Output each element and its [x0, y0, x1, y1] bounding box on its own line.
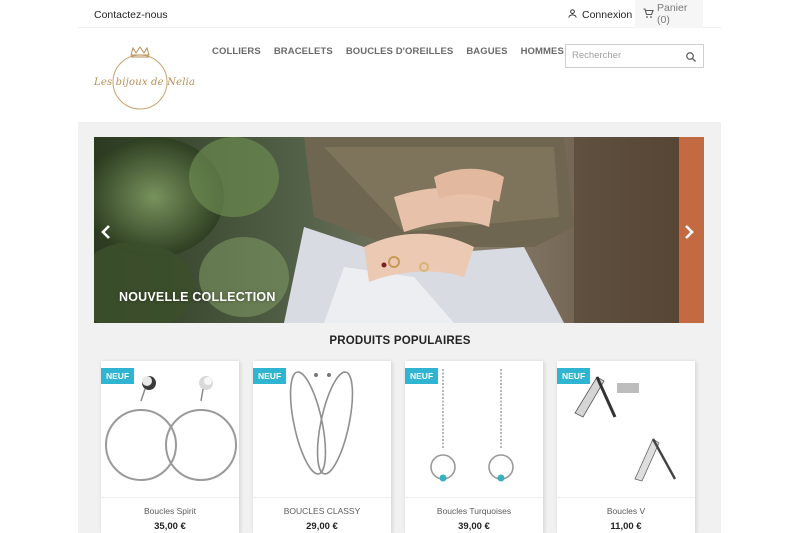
top-nav: Contactez-nous Connexion Panier (0) — [78, 0, 721, 28]
login-label: Connexion — [582, 9, 633, 21]
product-card[interactable]: NEUF Boucles V 11,00 € — [557, 361, 695, 533]
search-box — [565, 44, 704, 68]
login-link[interactable]: Connexion — [567, 8, 632, 22]
menu-item-bracelets[interactable]: BRACELETS — [274, 46, 333, 57]
new-badge: NEUF — [253, 368, 287, 384]
contact-link[interactable]: Contactez-nous — [94, 9, 168, 21]
menu-item-hommes[interactable]: HOMMES — [521, 46, 564, 57]
header: Les bijoux de Nelia COLLIERS BRACELETS B… — [78, 28, 721, 122]
product-name[interactable]: Boucles Turquoises — [405, 506, 543, 516]
product-price: 11,00 € — [610, 521, 642, 532]
product-card[interactable]: NEUF Boucles Turquoises 39,00 € — [405, 361, 543, 533]
section-title: PRODUITS POPULAIRES — [329, 335, 471, 347]
divider — [405, 497, 543, 498]
divider — [253, 497, 391, 498]
slide-caption: NOUVELLE COLLECTION — [119, 290, 276, 304]
product-card[interactable]: NEUF BOUCLES CLASSY 29,00 € — [253, 361, 391, 533]
chevron-right-icon — [685, 225, 694, 239]
logo[interactable]: Les bijoux de Nelia — [90, 44, 195, 112]
new-badge: NEUF — [405, 368, 439, 384]
menu-item-bagues[interactable]: BAGUES — [466, 46, 507, 57]
main-menu: COLLIERS BRACELETS BOUCLES D'OREILLES BA… — [212, 46, 564, 57]
slider-prev-button[interactable] — [100, 225, 116, 241]
menu-item-boucles[interactable]: BOUCLES D'OREILLES — [346, 46, 454, 57]
product-name[interactable]: Boucles Spirit — [101, 506, 239, 516]
new-badge: NEUF — [101, 368, 135, 384]
product-card[interactable]: NEUF Boucles Spirit 35,00 € — [101, 361, 239, 533]
menu-item-colliers[interactable]: COLLIERS — [212, 46, 261, 57]
page: Contactez-nous Connexion Panier (0) Les … — [0, 0, 800, 533]
cart-icon — [642, 7, 654, 22]
product-name[interactable]: Boucles V — [557, 506, 695, 516]
cart-button[interactable]: Panier (0) — [635, 0, 703, 28]
product-name[interactable]: BOUCLES CLASSY — [253, 506, 391, 516]
chevron-left-icon — [101, 225, 110, 239]
user-icon — [567, 8, 578, 22]
hero-slider[interactable]: NOUVELLE COLLECTION — [94, 137, 704, 323]
product-price: 39,00 € — [458, 521, 490, 532]
product-price: 35,00 € — [154, 521, 186, 532]
search-input[interactable] — [572, 50, 677, 61]
logo-text: Les bijoux de Nelia — [94, 77, 196, 88]
product-price: 29,00 € — [306, 521, 338, 532]
divider — [101, 497, 239, 498]
divider — [557, 497, 695, 498]
cart-label: Panier (0) — [657, 2, 688, 26]
new-badge: NEUF — [557, 368, 591, 384]
search-icon[interactable] — [685, 50, 697, 68]
slider-next-button[interactable] — [683, 225, 699, 241]
